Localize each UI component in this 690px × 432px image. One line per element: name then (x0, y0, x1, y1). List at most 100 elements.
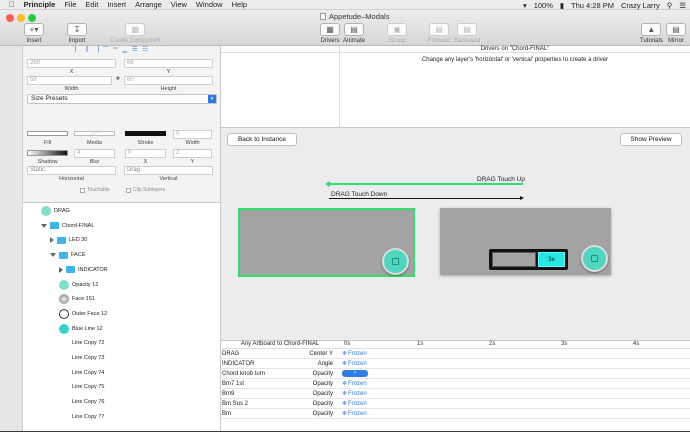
drag-knob[interactable] (382, 248, 409, 275)
frozen-indicator[interactable]: ❄ Frozen (342, 360, 367, 368)
back-to-instance-button[interactable]: Back to Instance (227, 133, 297, 146)
align-top-icon[interactable]: ▔ (104, 46, 109, 55)
menu-view[interactable]: View (171, 0, 187, 9)
drivers-button[interactable]: ▦ Drivers (320, 23, 340, 44)
disclosure-open-icon[interactable] (50, 253, 56, 258)
frozen-indicator[interactable]: ❄ Frozen (342, 350, 367, 358)
group-button[interactable]: ▣ Group (387, 23, 407, 44)
lock-icon[interactable]: ■ (116, 76, 120, 82)
forward-button[interactable]: ▤ Forward (428, 23, 450, 44)
distribute-h-icon[interactable]: ☰ (132, 46, 137, 55)
battery-icon[interactable]: ▮ (560, 1, 564, 10)
horizontal-select[interactable]: Static (27, 166, 116, 175)
menu-window[interactable]: Window (196, 0, 223, 9)
timeline-row[interactable]: Bm Sus 2 Opacity ❄ Frozen (221, 399, 690, 409)
drag-touch-up-arrow[interactable] (329, 183, 523, 185)
timeline-row[interactable]: Bm Opacity ❄ Frozen (221, 409, 690, 419)
blur-field[interactable]: 4 (74, 149, 115, 158)
drag-touch-down-arrow[interactable] (329, 198, 521, 199)
stroke-swatch[interactable] (125, 131, 166, 136)
menu-edit[interactable]: Edit (85, 0, 98, 9)
menu-app[interactable]: Principle (24, 0, 56, 9)
list-icon[interactable]: ☰ (679, 1, 686, 10)
frozen-label: Frozen (348, 350, 367, 357)
timeline-row[interactable]: DRAG Center Y ❄ Frozen (221, 349, 690, 359)
layer-row[interactable]: Face 151 (23, 292, 220, 306)
menu-file[interactable]: File (64, 0, 76, 9)
layer-row[interactable]: Line Copy 73 (23, 351, 220, 365)
layer-row[interactable]: Blue Line 12 (23, 322, 220, 336)
apple-icon[interactable]:  (9, 0, 15, 9)
clip-sublayers-checkbox[interactable]: Clip Sublayers (126, 187, 165, 193)
shadow-y-field[interactable]: 2 (173, 149, 212, 158)
layer-row[interactable]: FACE (23, 248, 220, 262)
create-component-button[interactable]: ▦ Create Component (110, 23, 161, 44)
size-presets-dropdown[interactable]: Size Presets ▾ (27, 94, 217, 104)
height-field[interactable]: 60 (124, 76, 213, 85)
close-window-button[interactable] (6, 14, 14, 22)
layer-row[interactable]: INDICATOR (23, 263, 220, 277)
fill-swatch[interactable] (27, 131, 68, 136)
shadow-swatch[interactable] (27, 150, 68, 156)
clock[interactable]: Thu 4:28 PM (571, 1, 614, 10)
align-center-v-icon[interactable]: ═ (113, 46, 117, 55)
timeline-row[interactable]: INDICATOR Angle ❄ Frozen (221, 359, 690, 369)
battery-percent[interactable]: 100% (534, 1, 553, 10)
width-field[interactable]: 58 (27, 76, 112, 85)
layer-row[interactable]: Line Copy 77 (23, 410, 220, 424)
stroke-width-field[interactable]: 0 (173, 130, 212, 139)
artboard-drag[interactable] (238, 208, 415, 277)
layer-row[interactable]: DRAG (23, 204, 220, 218)
vertical-select[interactable]: Drag (124, 166, 213, 175)
menu-help[interactable]: Help (232, 0, 247, 9)
import-button[interactable]: ↧ Import (67, 23, 87, 44)
disclosure-closed-icon[interactable] (50, 237, 54, 244)
frozen-indicator[interactable]: ❄ Frozen (342, 390, 367, 398)
zoom-window-button[interactable] (28, 14, 36, 22)
shadow-x-field[interactable]: 0 (125, 149, 166, 158)
search-icon[interactable]: ⚲ (667, 1, 673, 10)
layer-row[interactable]: LED 30 (23, 233, 220, 247)
menu-insert[interactable]: Insert (107, 0, 126, 9)
time-ruler[interactable]: 0s 1s 2s 3s 4s (340, 341, 690, 349)
frozen-indicator[interactable]: ❄ Frozen (342, 410, 367, 418)
layer-row[interactable]: Outer Face 12 (23, 307, 220, 321)
menu-arrange[interactable]: Arrange (135, 0, 162, 9)
layer-row[interactable]: Line Copy 76 (23, 395, 220, 409)
disclosure-closed-icon[interactable] (59, 266, 63, 273)
frozen-indicator[interactable]: ❄ Frozen (342, 380, 367, 388)
frozen-indicator[interactable]: ❄ Frozen (342, 400, 367, 408)
insert-button[interactable]: +▾ Insert (24, 23, 44, 44)
media-swatch[interactable] (74, 131, 115, 136)
align-bottom-icon[interactable]: ▁ (122, 46, 127, 55)
layer-row[interactable]: Line Copy 74 (23, 366, 220, 380)
show-preview-button[interactable]: Show Preview (620, 133, 682, 146)
timeline-row[interactable]: Chord knob turn Opacity • (221, 369, 690, 379)
user-name[interactable]: Crazy Larry (621, 1, 660, 10)
animate-button[interactable]: ▤ Animate (343, 23, 365, 44)
touchable-checkbox[interactable]: Touchable (80, 187, 110, 193)
layers-list: DRAG Chord-FINAL LED 30 FACE INDICATOR Opacit… (23, 203, 220, 431)
align-left-icon[interactable]: ▏ (75, 46, 80, 55)
y-field[interactable]: 66 (124, 59, 213, 68)
chord-knob[interactable] (581, 245, 608, 272)
tutorials-button[interactable]: ▲ Tutorials (640, 23, 663, 44)
distribute-v-icon[interactable]: ☷ (142, 46, 147, 55)
x-field[interactable]: 260 (27, 59, 116, 68)
disclosure-open-icon[interactable] (41, 223, 47, 228)
mirror-button[interactable]: ▤ Mirror (666, 23, 686, 44)
drivers-title: Drivers on "Chord-FINAL" (480, 46, 550, 52)
timeline-row[interactable]: Bm7 1st Opacity ❄ Frozen (221, 379, 690, 389)
layer-row[interactable]: Chord-FINAL (23, 219, 220, 233)
layer-row[interactable]: Opacity 12 (23, 278, 220, 292)
align-right-icon[interactable]: ▕ (94, 46, 99, 55)
layer-row[interactable]: Line Copy 72 (23, 336, 220, 350)
artboard-chord-final[interactable]: 3e (440, 208, 611, 275)
align-center-h-icon[interactable]: ║ (85, 46, 89, 55)
animation-curve-bar[interactable]: • (342, 370, 368, 377)
minimize-window-button[interactable] (17, 14, 25, 22)
timeline-row[interactable]: Bm9 Opacity ❄ Frozen (221, 389, 690, 399)
layer-row[interactable]: Line Copy 75 (23, 380, 220, 394)
backward-button[interactable]: ▤ Backward (454, 23, 480, 44)
wifi-icon[interactable]: ▾ (523, 1, 527, 10)
